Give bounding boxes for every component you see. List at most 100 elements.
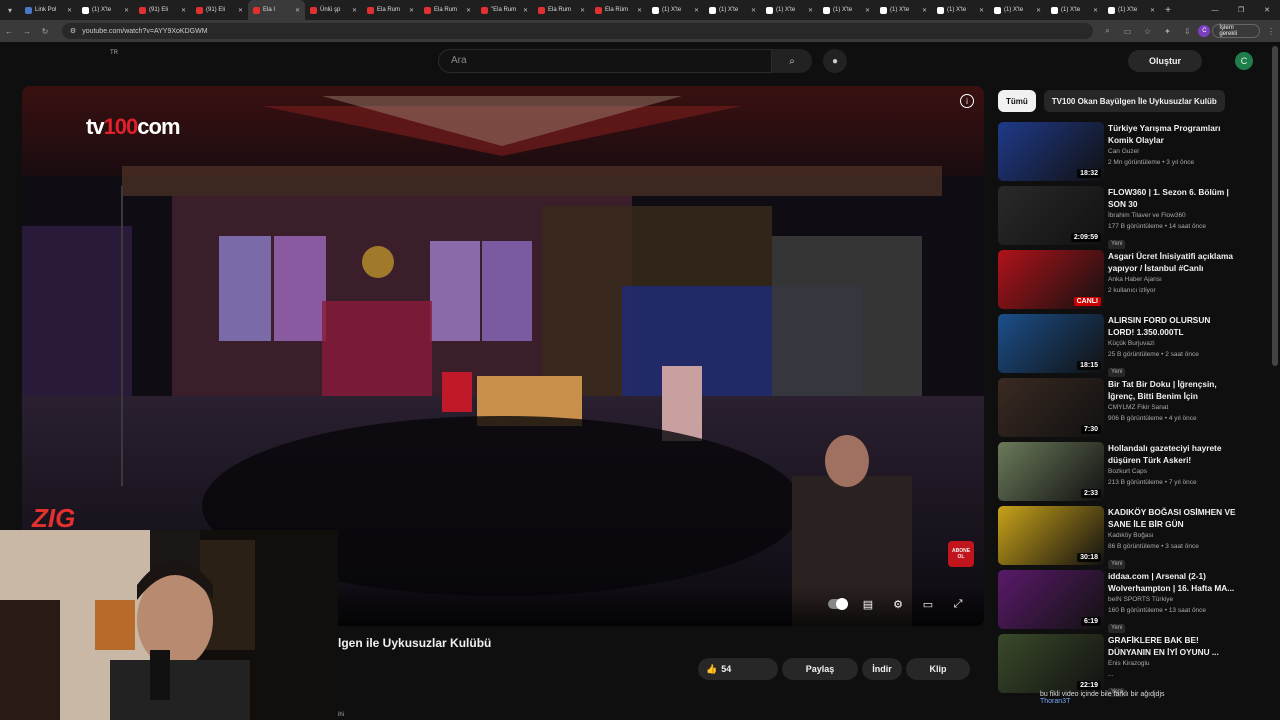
tab-close-icon[interactable]: ✕ (181, 7, 186, 14)
browser-tab[interactable]: (1) X'te ✕ (932, 0, 989, 20)
recommendation-item[interactable]: CANLI Asgari Ücret İnisiyatifi açıklama y… (998, 248, 1268, 312)
recommendation-title[interactable]: ALIRSIN FORD OLURSUN LORD! 1.350.000TL (1108, 314, 1238, 338)
recommendation-channel[interactable]: beIN SPORTS Türkiye (1108, 594, 1238, 605)
recommendation-title[interactable]: Türkiye Yarışma Programları Komik Olayla… (1108, 122, 1238, 146)
chip-all[interactable]: Tümü (998, 90, 1036, 112)
recommendation-item[interactable]: 30:18 KADIKÖY BOĞASI OSİMHEN VE SANE İLE … (998, 504, 1268, 569)
tab-close-icon[interactable]: ✕ (124, 7, 129, 14)
video-thumbnail[interactable]: 2:09:59 (998, 186, 1104, 245)
video-thumbnail[interactable]: 18:32 (998, 122, 1104, 181)
clip-button[interactable]: Klip (906, 658, 970, 680)
info-icon[interactable]: i (960, 94, 974, 108)
settings-gear-icon[interactable]: ⚙ (888, 596, 908, 612)
recommendation-channel[interactable]: CMYLMZ Fikir Sanat (1108, 402, 1238, 413)
voice-search-button[interactable]: ● (823, 49, 847, 73)
tab-close-icon[interactable]: ✕ (979, 7, 984, 14)
close-window-icon[interactable]: ✕ (1254, 0, 1280, 20)
browser-tab[interactable]: (91) Eli ✕ (191, 0, 248, 20)
video-thumbnail[interactable]: 7:30 (998, 378, 1104, 437)
video-thumbnail[interactable]: 30:18 (998, 506, 1104, 565)
browser-tab[interactable]: (1) X'te ✕ (875, 0, 932, 20)
maximize-icon[interactable]: ❐ (1228, 0, 1254, 20)
search-input[interactable]: Ara (438, 49, 772, 73)
tab-close-icon[interactable]: ✕ (1150, 7, 1155, 14)
tab-close-icon[interactable]: ✕ (352, 7, 357, 14)
browser-tab[interactable]: (1) X'te ✕ (1046, 0, 1103, 20)
recommendation-title[interactable]: Asgari Ücret İnisiyatifi açıklama yapıyo… (1108, 250, 1238, 274)
tab-close-icon[interactable]: ✕ (922, 7, 927, 14)
recommendation-title[interactable]: iddaa.com | Arsenal (2-1) Wolverhampton … (1108, 570, 1238, 594)
tab-close-icon[interactable]: ✕ (295, 7, 300, 14)
tab-close-icon[interactable]: ✕ (466, 7, 471, 14)
tab-close-icon[interactable]: ✕ (637, 7, 642, 14)
video-thumbnail[interactable]: 6:19 (998, 570, 1104, 629)
browser-tab[interactable]: (1) X'te ✕ (989, 0, 1046, 20)
downloads-icon[interactable]: ⇩ (1178, 22, 1196, 40)
recommendation-item[interactable]: 2:33 Hollandalı gazeteciyi hayrete düşüre… (998, 440, 1268, 504)
browser-tab[interactable]: (91) Eli ✕ (134, 0, 191, 20)
recommendation-title[interactable]: FLOW360 | 1. Sezon 6. Bölüm | SON 30 (1108, 186, 1238, 210)
tab-close-icon[interactable]: ✕ (751, 7, 756, 14)
address-bar[interactable]: ⚙ youtube.com/watch?v=AYY9XoKDGWM (61, 23, 1093, 39)
tab-close-icon[interactable]: ✕ (523, 7, 528, 14)
menu-dots-icon[interactable]: ⋮ (1262, 22, 1280, 40)
video-thumbnail[interactable]: CANLI (998, 250, 1104, 309)
bookmark-star-icon[interactable]: ☆ (1138, 22, 1156, 40)
recommendation-title[interactable]: Bir Tat Bir Doku | İğrençsin, İğrenç, Bi… (1108, 378, 1238, 402)
recommendation-channel[interactable]: Bozkurt Caps (1108, 466, 1238, 477)
tab-close-icon[interactable]: ✕ (865, 7, 870, 14)
recommendation-title[interactable]: KADIKÖY BOĞASI OSİMHEN VE SANE İLE BİR G… (1108, 506, 1238, 530)
browser-tab[interactable]: (1) X'te ✕ (77, 0, 134, 20)
subscribe-badge[interactable]: ABONE OL (948, 541, 974, 567)
create-button[interactable]: Oluştur (1128, 50, 1202, 72)
tab-close-icon[interactable]: ✕ (409, 7, 414, 14)
share-button[interactable]: Paylaş (782, 658, 858, 680)
action-needed-pill[interactable]: İşlem gerekli (1212, 24, 1260, 38)
tab-close-icon[interactable]: ✕ (580, 7, 585, 14)
fullscreen-icon[interactable]: ⤢ (948, 596, 968, 612)
search-icon[interactable]: ⌕ (1099, 22, 1117, 40)
account-avatar[interactable]: C (1235, 52, 1253, 70)
browser-tab[interactable]: Ela I ✕ (248, 0, 305, 20)
site-info-icon[interactable]: ⚙ (70, 27, 76, 35)
search-button[interactable]: ⌕ (772, 49, 812, 73)
autoplay-toggle[interactable] (828, 596, 848, 612)
subtitles-icon[interactable]: ▤ (858, 596, 878, 612)
recommendation-channel[interactable]: Can Guzel (1108, 146, 1238, 157)
browser-tab[interactable]: (1) X'te ✕ (1103, 0, 1160, 20)
video-thumbnail[interactable]: 22:19 (998, 634, 1104, 693)
like-button[interactable]: 👍 54 (698, 658, 778, 680)
browser-tab[interactable]: (1) X'te ✕ (818, 0, 875, 20)
download-button[interactable]: İndir (862, 658, 902, 680)
browser-tab[interactable]: Ela Rum ✕ (533, 0, 590, 20)
page-scrollbar[interactable] (1272, 46, 1278, 366)
recommendation-channel[interactable]: İbrahim Tilaver ve Flow360 (1108, 210, 1238, 221)
browser-tab[interactable]: Link Pol ✕ (20, 0, 77, 20)
tab-close-icon[interactable]: ✕ (1093, 7, 1098, 14)
browser-tab[interactable]: (1) X'te ✕ (647, 0, 704, 20)
chip-channel[interactable]: TV100 Okan Bayülgen İle Uykusuzlar Kulüb (1043, 90, 1225, 112)
tab-search-icon[interactable]: ▾ (0, 0, 20, 20)
tab-close-icon[interactable]: ✕ (808, 7, 813, 14)
video-thumbnail[interactable]: 2:33 (998, 442, 1104, 501)
recommendation-item[interactable]: 18:15 ALIRSIN FORD OLURSUN LORD! 1.350.00… (998, 312, 1268, 377)
back-icon[interactable]: ← (0, 22, 18, 40)
miniplayer-icon[interactable]: ▭ (918, 596, 938, 612)
recommendation-title[interactable]: Hollandalı gazeteciyi hayrete düşüren Tü… (1108, 442, 1238, 466)
recommendation-item[interactable]: 18:32 Türkiye Yarışma Programları Komik O… (998, 120, 1268, 184)
profile-avatar[interactable]: C (1198, 25, 1211, 37)
video-thumbnail[interactable]: 18:15 (998, 314, 1104, 373)
recommendation-title[interactable]: GRAFİKLERE BAK BE! DÜNYANIN EN İYİ OYUNU… (1108, 634, 1238, 658)
browser-tab[interactable]: "Ela Rum ✕ (476, 0, 533, 20)
browser-tab[interactable]: (1) X'te ✕ (761, 0, 818, 20)
recommendation-item[interactable]: 22:19 GRAFİKLERE BAK BE! DÜNYANIN EN İYİ … (998, 632, 1268, 697)
recommendation-item[interactable]: 7:30 Bir Tat Bir Doku | İğrençsin, İğrenç… (998, 376, 1268, 440)
browser-tab[interactable]: Ünlü şp ✕ (305, 0, 362, 20)
recommendation-channel[interactable]: Küçük Burjuvazi (1108, 338, 1238, 349)
recommendation-channel[interactable]: Enis Kirazoglu (1108, 658, 1238, 669)
browser-tab[interactable]: Ela Rüm ✕ (590, 0, 647, 20)
browser-tab[interactable]: Ela Rum ✕ (419, 0, 476, 20)
tab-close-icon[interactable]: ✕ (694, 7, 699, 14)
extensions-icon[interactable]: ✦ (1158, 22, 1176, 40)
cast-icon[interactable]: ▭ (1119, 22, 1137, 40)
